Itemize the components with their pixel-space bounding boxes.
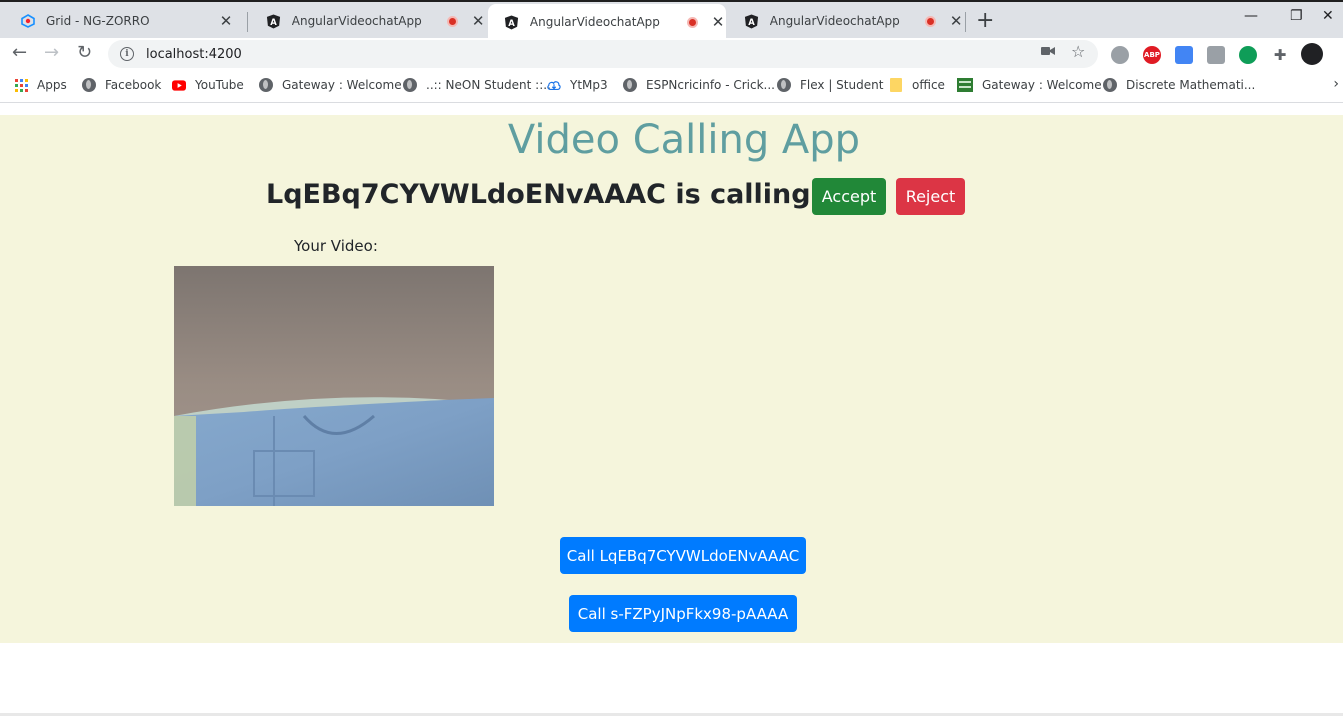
angular-icon: A (744, 13, 760, 29)
youtube-icon (172, 78, 186, 92)
globe-icon (623, 78, 637, 92)
tab-grid-ng-zorro[interactable]: Grid - NG-ZORRO ✕ (4, 4, 246, 38)
tab-title: AngularVideochatApp (529, 15, 660, 29)
tab-divider (965, 12, 966, 32)
minimize-icon[interactable]: — (1244, 8, 1258, 24)
call-user-button[interactable]: Call s-FZPyJNpFkx98-pAAAA (569, 595, 797, 632)
bookmarks-overflow-icon[interactable]: › (1333, 76, 1339, 92)
bookmark-apps[interactable]: Apps (14, 78, 67, 92)
reload-icon[interactable]: ↻ (77, 42, 92, 63)
recording-icon (925, 15, 937, 27)
call-user-button[interactable]: Call LqEBq7CYVWLdoENvAAAC (560, 537, 806, 574)
extension-calendar-icon[interactable] (1175, 46, 1193, 64)
close-tab-icon[interactable]: ✕ (948, 12, 964, 30)
bookmark-gateway-2[interactable]: Gateway : Welcome (957, 78, 1102, 92)
site-info-icon[interactable]: i (120, 47, 134, 61)
angular-icon: A (266, 13, 282, 29)
svg-text:A: A (749, 16, 756, 26)
apps-grid-icon (14, 78, 28, 92)
bookmark-label: office (912, 78, 945, 92)
back-icon[interactable]: ← (12, 42, 27, 63)
bookmark-label: Gateway : Welcome (982, 78, 1102, 92)
close-tab-icon[interactable]: ✕ (710, 13, 726, 31)
extensions-puzzle-icon[interactable]: ✚ (1271, 46, 1289, 64)
recording-icon (687, 16, 699, 28)
recording-icon (447, 15, 459, 27)
ng-zorro-icon (20, 13, 36, 29)
forward-icon[interactable]: → (44, 42, 59, 63)
new-tab-icon[interactable]: + (976, 8, 994, 33)
bookmark-label: Discrete Mathemati... (1126, 78, 1256, 92)
close-window-icon[interactable]: ✕ (1322, 8, 1334, 24)
profile-avatar[interactable] (1301, 43, 1323, 65)
extension-chat-icon[interactable] (1239, 46, 1257, 64)
bookmark-facebook[interactable]: Facebook (82, 78, 161, 92)
angular-icon: A (504, 14, 520, 30)
bookmark-label: Gateway : Welcome (282, 78, 402, 92)
bookmark-ytmp3[interactable]: YtMp3 (547, 78, 608, 92)
bookmark-neon-student[interactable]: ..:: NeON Student ::.. (403, 78, 551, 92)
cloud-download-icon (547, 78, 561, 92)
globe-icon (403, 78, 417, 92)
tab-title: AngularVideochatApp (769, 14, 900, 28)
tab-divider (247, 12, 248, 32)
folder-icon (889, 78, 903, 92)
page-title: Video Calling App (507, 117, 861, 163)
bookmark-label: YouTube (195, 78, 244, 92)
bookmark-label: ..:: NeON Student ::.. (426, 78, 551, 92)
browser-toolbar: ← → ↻ i localhost:4200 ☆ ABP ✚ (0, 38, 1343, 70)
bookmark-flex-student[interactable]: Flex | Student (777, 78, 883, 92)
local-video (174, 266, 494, 506)
bookmark-espncricinfo[interactable]: ESPNcricinfo - Crick... (623, 78, 775, 92)
your-video-label: Your Video: (294, 237, 378, 255)
globe-icon (259, 78, 273, 92)
close-tab-icon[interactable]: ✕ (470, 12, 486, 30)
bookmark-office[interactable]: office (889, 78, 945, 92)
bookmark-label: ESPNcricinfo - Crick... (646, 78, 775, 92)
translate-globe-icon[interactable] (1111, 46, 1129, 64)
adblock-icon[interactable]: ABP (1143, 46, 1161, 64)
bookmark-label: Facebook (105, 78, 162, 92)
bookmarks-bar: Apps Facebook YouTube Gateway : Welcome … (0, 70, 1343, 103)
camera-icon[interactable] (1041, 45, 1055, 61)
bookmark-youtube[interactable]: YouTube (172, 78, 244, 92)
gateway-logo-icon (957, 78, 973, 92)
tab-strip: Grid - NG-ZORRO ✕ A AngularVideochatApp … (0, 0, 1343, 40)
tab-angular-videochat-3[interactable]: A AngularVideochatApp ✕ (728, 4, 964, 38)
close-tab-icon[interactable]: ✕ (218, 12, 234, 30)
svg-text:A: A (509, 17, 516, 27)
globe-icon (82, 78, 96, 92)
bookmark-gateway-1[interactable]: Gateway : Welcome (259, 78, 402, 92)
bookmark-discrete-math[interactable]: Discrete Mathemati... (1103, 78, 1255, 92)
reject-call-button[interactable]: Reject (896, 178, 965, 215)
bookmark-label: Apps (37, 78, 67, 92)
globe-icon (1103, 78, 1117, 92)
bookmark-label: Flex | Student (800, 78, 884, 92)
bookmark-label: YtMp3 (570, 78, 608, 92)
globe-icon (777, 78, 791, 92)
incoming-call-text: LqEBq7CYVWLdoENvAAAC is calling you (266, 179, 876, 210)
webcam-frame-image (174, 266, 494, 506)
url-text: localhost:4200 (146, 46, 242, 62)
video-call-page: Video Calling App LqEBq7CYVWLdoENvAAAC i… (0, 115, 1343, 643)
accept-call-button[interactable]: Accept (812, 178, 886, 215)
tab-angular-videochat-1[interactable]: A AngularVideochatApp ✕ (250, 4, 486, 38)
restore-icon[interactable]: ❐ (1290, 8, 1303, 24)
tab-angular-videochat-active[interactable]: A AngularVideochatApp ✕ (488, 4, 726, 40)
tab-title: Grid - NG-ZORRO (46, 14, 150, 28)
svg-text:A: A (271, 16, 278, 26)
tab-title: AngularVideochatApp (291, 14, 422, 28)
address-bar[interactable]: i localhost:4200 (108, 40, 1098, 68)
extension-cast-icon[interactable] (1207, 46, 1225, 64)
bookmark-star-icon[interactable]: ☆ (1071, 42, 1085, 61)
